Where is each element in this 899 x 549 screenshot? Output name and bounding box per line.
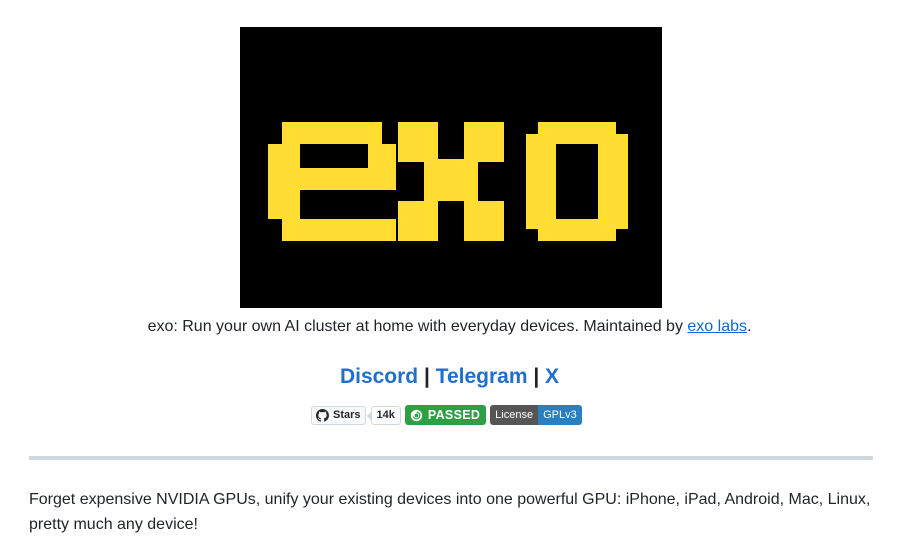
exo-logo-image — [240, 27, 662, 308]
link-separator: | — [418, 365, 436, 388]
stars-count: 14k — [376, 409, 395, 421]
license-label: License — [490, 405, 539, 425]
tagline: exo: Run your own AI cluster at home wit… — [0, 317, 899, 337]
ci-status-text: PASSED — [427, 408, 481, 422]
intro-paragraph: Forget expensive NVIDIA GPUs, unify your… — [29, 491, 871, 533]
circleci-icon — [410, 409, 423, 421]
discord-link[interactable]: Discord — [340, 365, 418, 388]
exo-logo-art — [268, 122, 628, 241]
exo-labs-link[interactable]: exo labs — [687, 318, 747, 335]
license-badge[interactable]: License GPLv3 — [490, 405, 582, 425]
stars-label: Stars — [333, 409, 361, 421]
badges-row: Stars 14k PASSED License GPLv3 — [311, 405, 582, 425]
ci-status-badge[interactable]: PASSED — [404, 405, 487, 425]
tagline-suffix: . — [746, 318, 752, 335]
link-separator: | — [527, 365, 546, 388]
github-icon — [316, 408, 329, 422]
x-link[interactable]: X — [545, 365, 559, 388]
community-links: Discord | Telegram | X — [0, 364, 899, 390]
stars-count-badge[interactable]: 14k — [366, 405, 401, 425]
github-stars-badge[interactable]: Stars — [311, 405, 366, 425]
section-divider — [29, 456, 873, 460]
tagline-text: exo: Run your own AI cluster at home wit… — [147, 318, 688, 335]
telegram-link[interactable]: Telegram — [436, 365, 528, 388]
license-value: GPLv3 — [538, 405, 582, 425]
